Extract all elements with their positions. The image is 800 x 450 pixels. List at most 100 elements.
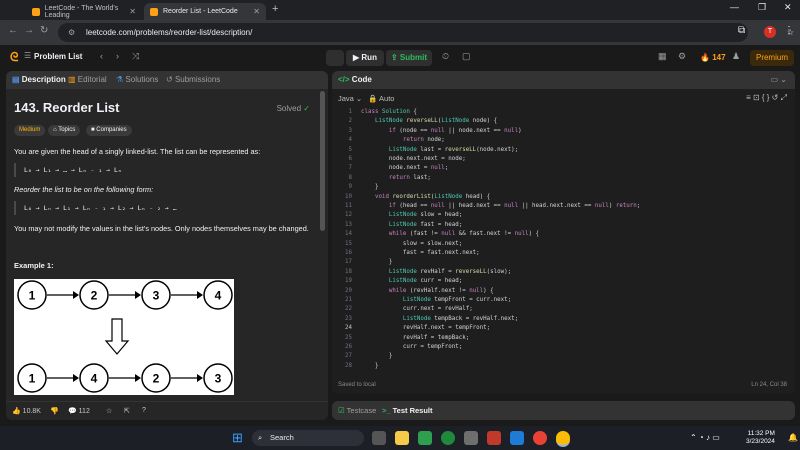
next-problem-icon[interactable]: › — [116, 51, 119, 61]
layout-icon[interactable]: ▦ — [658, 51, 667, 62]
code-header: </> Code ▭ ⌄ — [332, 71, 795, 89]
streak-count: 147 — [712, 53, 726, 62]
forward-icon[interactable]: → — [24, 25, 34, 36]
code-line: } — [361, 259, 393, 266]
like-button[interactable]: 👍 10.8K — [12, 407, 41, 415]
tab-description[interactable]: ▤ Description — [12, 75, 66, 84]
line-number: 2 — [348, 118, 353, 125]
maximize-icon[interactable]: ❐ — [758, 2, 766, 13]
close-tab-icon[interactable]: ✕ — [253, 7, 260, 16]
run-button[interactable]: ▶ Run — [346, 50, 384, 66]
tab-testcase[interactable]: ☑ Testcase — [338, 406, 376, 415]
auto-mode[interactable]: 🔒 Auto — [368, 94, 394, 103]
notes-icon[interactable]: ▢ — [462, 51, 471, 62]
vscode-icon[interactable] — [510, 431, 524, 445]
taskbar-search[interactable]: ⌕ Search — [252, 430, 364, 446]
extensions-icon[interactable]: ⧉ — [738, 25, 745, 36]
notification-bell-icon[interactable]: 🔔 — [788, 433, 798, 442]
topics-tag[interactable]: ⌂ Topics — [48, 125, 81, 136]
timer-icon[interactable]: ⏲ — [442, 51, 449, 62]
formula-original: L₀ → L₁ → … → Lₙ ₋ ₁ → Lₙ — [14, 163, 122, 177]
tab-submissions[interactable]: ↺ Submissions — [166, 75, 220, 84]
chrome-active-icon[interactable] — [556, 431, 570, 447]
share-icon[interactable]: ⇱ — [124, 407, 130, 415]
minimize-icon[interactable]: — — [730, 2, 739, 12]
line-number: 21 — [345, 297, 352, 303]
leetcode-logo-icon[interactable]: ᘓ — [10, 50, 18, 65]
code-icon: </> — [338, 75, 352, 84]
xbox-icon[interactable] — [441, 431, 455, 445]
code-editor[interactable]: 1 class Solution {2 ListNode reverseLL(Li… — [332, 109, 795, 377]
close-tab-icon[interactable]: ✕ — [129, 7, 136, 16]
store-icon[interactable] — [418, 431, 432, 445]
line-number: 9 — [348, 184, 353, 191]
line-number: 10 — [345, 193, 352, 200]
new-tab-button[interactable]: + — [272, 3, 278, 15]
line-number: 6 — [348, 156, 353, 162]
language-value: Java — [338, 94, 354, 103]
description-scrollbar[interactable] — [320, 91, 325, 231]
panel-controls-icon[interactable]: ▭ ⌄ — [771, 71, 787, 89]
diagram-arrowhead — [73, 374, 79, 382]
companies-tag[interactable]: ■ Companies — [86, 125, 132, 136]
code-line: slow = slow.next; — [361, 240, 463, 247]
app-icon[interactable] — [464, 431, 478, 445]
diagram-arrowhead — [73, 291, 79, 299]
example-diagram: 1 2 3 4 1 4 2 3 — [14, 279, 234, 395]
test-result-label: Test Result — [392, 406, 433, 415]
premium-button[interactable]: Premium — [750, 50, 794, 66]
help-icon[interactable]: ? — [142, 407, 146, 414]
leetcode-top-bar: ᘓ ☰ Problem List ‹ › ⤨ ▶ Run ⇪ Submit ⏲ … — [0, 45, 800, 71]
chrome-icon[interactable] — [533, 431, 547, 445]
problem-list-link[interactable]: Problem List — [34, 52, 82, 61]
prev-problem-icon[interactable]: ‹ — [100, 51, 103, 61]
avatar[interactable]: ♟ — [732, 51, 740, 62]
game-app-icon[interactable] — [487, 431, 501, 445]
lock-icon: 🔒 — [368, 94, 380, 103]
favorite-star-icon[interactable]: ☆ — [106, 407, 112, 415]
line-number: 16 — [345, 250, 352, 256]
solved-label: Solved — [276, 104, 302, 113]
browser-tab-leetcode-home[interactable]: LeetCode - The World's Leading ✕ — [26, 3, 142, 20]
language-select[interactable]: Java ⌄ — [338, 94, 362, 103]
browser-tab-reorder-list[interactable]: Reorder List - LeetCode ✕ — [144, 3, 266, 20]
tab-editorial[interactable]: ▥ Editorial — [68, 75, 107, 84]
close-window-icon[interactable]: ✕ — [784, 2, 792, 13]
submit-button[interactable]: ⇪ Submit — [386, 50, 432, 66]
streak-counter[interactable]: 🔥 147 — [700, 53, 726, 62]
diagram-arrowhead — [197, 374, 203, 382]
dislike-icon[interactable]: 👎 — [50, 407, 59, 415]
line-number: 25 — [345, 334, 352, 341]
comments-button[interactable]: 💬 112 — [68, 407, 90, 415]
code-line: revHalf.next = tempFront; — [361, 325, 491, 332]
reload-icon[interactable]: ↻ — [40, 25, 48, 36]
code-line: void reorderList(ListNode head) { — [374, 193, 491, 200]
windows-start-icon[interactable]: ⊞ — [232, 431, 243, 444]
code-line: while (fast != null && fast.next != null… — [388, 231, 540, 238]
line-number: 15 — [345, 240, 352, 247]
site-info-icon[interactable]: ⚙ — [68, 23, 75, 42]
system-tray-icons[interactable]: ⌃ ◔ ♪ ▭ — [690, 433, 720, 442]
save-status: Saved to local — [338, 382, 376, 388]
url-bar[interactable]: ⚙ leetcode.com/problems/reorder-list/des… — [58, 23, 794, 42]
tab-solutions[interactable]: ⚗ Solutions — [116, 75, 158, 84]
browser-address-row: ← → ↻ ⚙ leetcode.com/problems/reorder-li… — [0, 20, 800, 45]
problem-description-2: Reorder the list to be on the following … — [14, 185, 154, 194]
back-icon[interactable]: ← — [8, 25, 18, 36]
problem-title: 143. Reorder List — [14, 100, 120, 115]
task-view-icon[interactable] — [372, 431, 386, 445]
leetcode-favicon-icon — [32, 7, 40, 16]
line-number: 22 — [345, 306, 352, 313]
profile-avatar[interactable]: T — [764, 26, 776, 38]
debug-button[interactable] — [326, 50, 344, 66]
taskbar-clock[interactable]: 11:32 PM 3/23/2024 — [746, 430, 775, 446]
shuffle-icon[interactable]: ⤨ — [132, 51, 139, 62]
line-number: 17 — [345, 259, 352, 266]
testcase-label: Testcase — [346, 406, 377, 415]
file-explorer-icon[interactable] — [395, 431, 409, 445]
comment-count: 112 — [78, 408, 90, 415]
tab-test-result[interactable]: >_ Test Result — [382, 406, 433, 415]
settings-icon[interactable]: ⚙ — [678, 51, 686, 62]
browser-menu-icon[interactable]: ⋮ — [784, 25, 794, 36]
editor-tools[interactable]: ≡ ⊡ { } ↺ ⤢ — [746, 93, 787, 103]
